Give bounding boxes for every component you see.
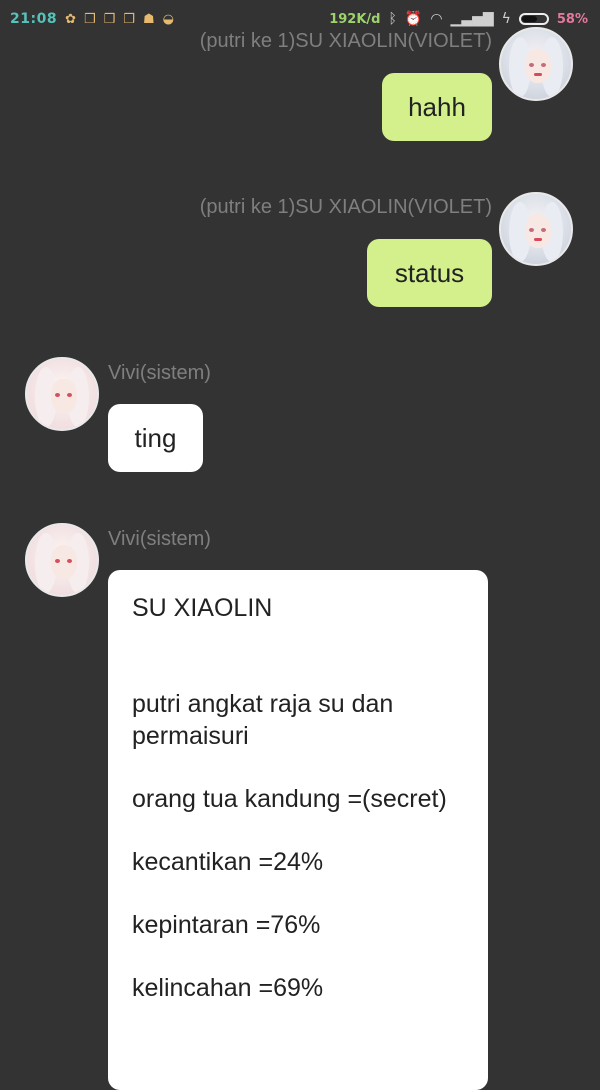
- notification-icon: ❒: [123, 11, 135, 27]
- notification-icon: ❒: [103, 11, 116, 27]
- avatar[interactable]: [499, 192, 573, 266]
- message-line: orang tua kandung =(secret): [132, 785, 447, 813]
- message-bubble[interactable]: hahh: [382, 73, 492, 141]
- sender-name: (putri ke 1)SU XIAOLIN(VIOLET): [199, 30, 492, 52]
- notification-icon: ❒: [83, 11, 96, 27]
- message-bubble[interactable]: ting: [108, 404, 203, 472]
- message-line: kecantikan =24%: [132, 848, 324, 876]
- signal-icon: ▁▃▅▇: [450, 11, 494, 27]
- avatar[interactable]: [499, 27, 573, 101]
- sender-name: (putri ke 1)SU XIAOLIN(VIOLET): [199, 196, 492, 218]
- alarm-icon: ⏰: [404, 11, 423, 27]
- battery-percent: 58%: [556, 11, 588, 27]
- message-line: SU XIAOLIN: [132, 594, 273, 622]
- notification-icon: ◒: [162, 11, 174, 27]
- avatar[interactable]: [25, 357, 99, 431]
- message-bubble[interactable]: status: [367, 239, 492, 307]
- message-bubble[interactable]: SU XIAOLIN putri angkat raja su dan perm…: [108, 570, 488, 1090]
- clock: 21:08: [10, 11, 58, 27]
- notification-icon: ☗: [142, 11, 155, 27]
- bluetooth-icon: ᛒ: [388, 11, 397, 27]
- message-line: putri angkat raja su dan permaisuri: [132, 690, 394, 750]
- sender-name: Vivi(sistem): [108, 362, 211, 384]
- wifi-icon: ◠: [430, 11, 443, 27]
- battery-icon: [518, 13, 549, 25]
- network-speed: 192K/d: [329, 11, 381, 27]
- charging-icon: ϟ: [501, 11, 511, 27]
- message-line: kepintaran =76%: [132, 911, 321, 939]
- message-line: kelincahan =69%: [132, 974, 324, 1002]
- avatar[interactable]: [25, 523, 99, 597]
- sender-name: Vivi(sistem): [108, 528, 211, 550]
- notification-icon: ✿: [65, 11, 76, 27]
